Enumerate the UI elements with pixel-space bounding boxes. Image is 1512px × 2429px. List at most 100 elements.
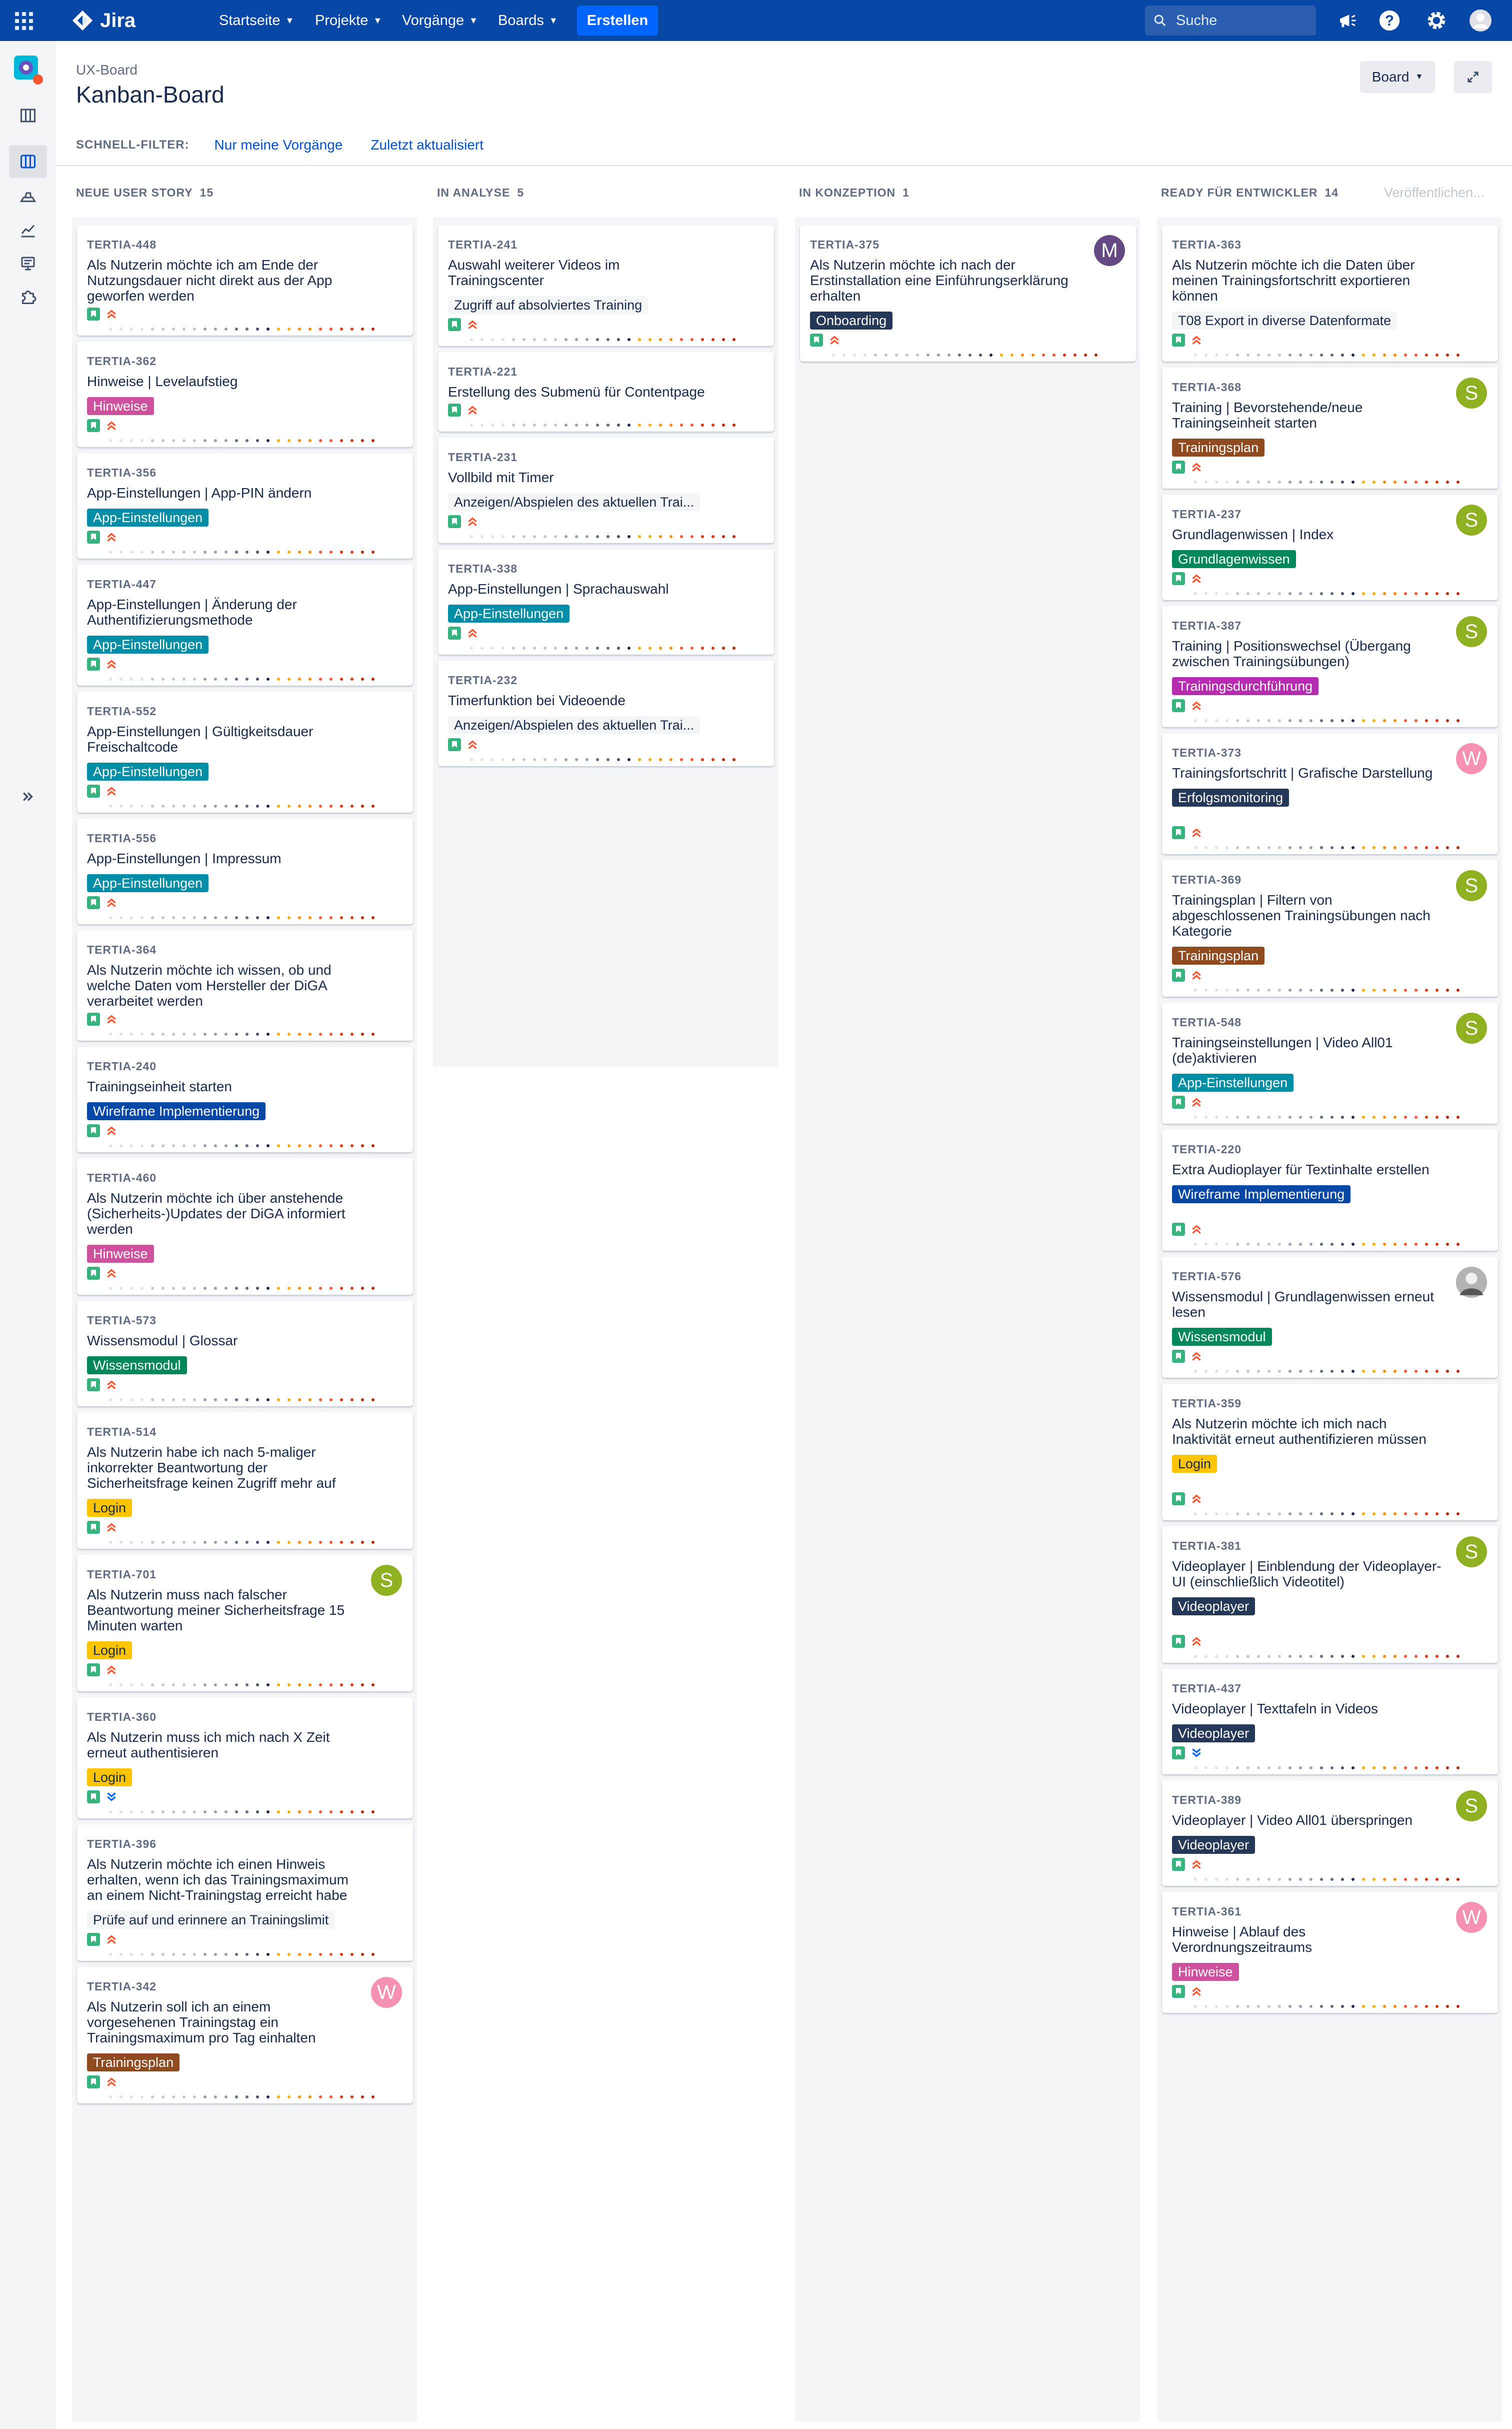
- issue-epic-label[interactable]: Grundlagenwissen: [1172, 550, 1296, 568]
- nav-vorgaenge[interactable]: Vorgänge ▼: [402, 7, 478, 34]
- issue-card[interactable]: TERTIA-232 Timerfunktion bei Videoende Anz…: [438, 661, 774, 766]
- issue-epic-label[interactable]: Onboarding: [810, 312, 893, 330]
- issue-key[interactable]: TERTIA-241: [448, 237, 764, 252]
- issue-key[interactable]: TERTIA-437: [1172, 1681, 1488, 1696]
- issue-card[interactable]: TERTIA-356 App-Einstellungen | App-PIN än…: [77, 453, 413, 559]
- issue-key[interactable]: TERTIA-220: [1172, 1142, 1488, 1157]
- issue-card[interactable]: TERTIA-342 Als Nutzerin soll ich an einem…: [77, 1967, 413, 2103]
- issue-card[interactable]: TERTIA-556 App-Einstellungen | Impressum A…: [77, 819, 413, 924]
- assignee-avatar[interactable]: W: [1456, 1902, 1487, 1933]
- issue-key[interactable]: TERTIA-342: [87, 1979, 403, 1994]
- issue-card[interactable]: TERTIA-369 Trainingsplan | Filtern von ab…: [1162, 860, 1498, 997]
- issue-key[interactable]: TERTIA-460: [87, 1170, 403, 1185]
- board-icon[interactable]: [9, 145, 47, 178]
- issue-card[interactable]: TERTIA-381 Videoplayer | Einblendung der …: [1162, 1526, 1498, 1663]
- profile-avatar[interactable]: [1467, 7, 1494, 34]
- fullscreen-button[interactable]: [1454, 61, 1492, 93]
- issue-epic-label[interactable]: App-Einstellungen: [1172, 1074, 1294, 1092]
- issue-key[interactable]: TERTIA-240: [87, 1059, 403, 1074]
- issue-card[interactable]: TERTIA-552 App-Einstellungen | Gültigkeit…: [77, 692, 413, 813]
- issue-epic-label[interactable]: Trainingsdurchführung: [1172, 677, 1319, 695]
- issue-epic-label[interactable]: Anzeigen/Abspielen des aktuellen Trai...: [448, 716, 700, 734]
- assignee-avatar[interactable]: S: [1456, 378, 1487, 409]
- issue-epic-label[interactable]: Videoplayer: [1172, 1597, 1256, 1615]
- issue-card[interactable]: TERTIA-437 Videoplayer | Texttafeln in Vi…: [1162, 1669, 1498, 1774]
- assignee-avatar[interactable]: M: [1094, 235, 1125, 266]
- issue-epic-label[interactable]: Hinweise: [1172, 1963, 1239, 1981]
- issue-key[interactable]: TERTIA-573: [87, 1313, 403, 1328]
- assignee-avatar[interactable]: S: [1456, 1536, 1487, 1567]
- issue-key[interactable]: TERTIA-363: [1172, 237, 1488, 252]
- issue-card[interactable]: TERTIA-573 Wissensmodul | Glossar Wissensm…: [77, 1301, 413, 1406]
- issue-key[interactable]: TERTIA-362: [87, 354, 403, 369]
- quick-filter-recently-updated[interactable]: Zuletzt aktualisiert: [370, 137, 484, 153]
- expand-sidebar-icon[interactable]: [9, 780, 47, 813]
- issue-card[interactable]: TERTIA-240 Trainingseinheit starten Wirefr…: [77, 1047, 413, 1152]
- board-dropdown-button[interactable]: Board ▼: [1360, 61, 1435, 93]
- issue-card[interactable]: TERTIA-396 Als Nutzerin möchte ich einen …: [77, 1824, 413, 1961]
- issue-key[interactable]: TERTIA-447: [87, 577, 403, 592]
- issue-epic-label[interactable]: Zugriff auf absolviertes Training: [448, 296, 648, 314]
- issue-epic-label[interactable]: Videoplayer: [1172, 1836, 1256, 1854]
- nav-projekte[interactable]: Projekte ▼: [315, 7, 382, 34]
- assignee-avatar[interactable]: S: [1456, 870, 1487, 901]
- issue-card[interactable]: TERTIA-360 Als Nutzerin muss ich mich nac…: [77, 1697, 413, 1818]
- assignee-avatar[interactable]: W: [1456, 743, 1487, 774]
- issue-card[interactable]: TERTIA-375 Als Nutzerin möchte ich nach d…: [800, 225, 1136, 362]
- issue-card[interactable]: TERTIA-237 Grundlagenwissen | Index Grundl…: [1162, 495, 1498, 600]
- issue-key[interactable]: TERTIA-548: [1172, 1015, 1488, 1030]
- issue-card[interactable]: TERTIA-361 Hinweise | Ablauf des Verordnu…: [1162, 1892, 1498, 2013]
- nav-startseite[interactable]: Startseite ▼: [219, 7, 294, 34]
- issue-key[interactable]: TERTIA-701: [87, 1567, 403, 1582]
- issue-epic-label[interactable]: App-Einstellungen: [448, 605, 570, 623]
- project-avatar-icon[interactable]: [9, 53, 47, 86]
- issue-key[interactable]: TERTIA-231: [448, 450, 764, 465]
- issue-card[interactable]: TERTIA-701 Als Nutzerin muss nach falsche…: [77, 1555, 413, 1691]
- issue-card[interactable]: TERTIA-387 Training | Positionswechsel (Ü…: [1162, 606, 1498, 727]
- issue-card[interactable]: TERTIA-231 Vollbild mit Timer Anzeigen/Abs…: [438, 438, 774, 543]
- issue-key[interactable]: TERTIA-364: [87, 942, 403, 957]
- issue-epic-label[interactable]: Prüfe auf und erinnere an Trainingslimit: [87, 1911, 335, 1929]
- issue-card[interactable]: TERTIA-363 Als Nutzerin möchte ich die Da…: [1162, 225, 1498, 362]
- issue-epic-label[interactable]: Login: [87, 1768, 132, 1786]
- issue-epic-label[interactable]: Wissensmodul: [1172, 1328, 1272, 1346]
- nav-boards[interactable]: Boards ▼: [498, 7, 558, 34]
- issue-epic-label[interactable]: Hinweise: [87, 397, 154, 415]
- issue-epic-label[interactable]: T08 Export in diverse Datenformate: [1172, 312, 1398, 330]
- help-icon[interactable]: ?: [1376, 7, 1403, 34]
- issue-card[interactable]: TERTIA-514 Als Nutzerin habe ich nach 5-m…: [77, 1412, 413, 1549]
- issue-card[interactable]: TERTIA-241 Auswahl weiterer Videos im Tra…: [438, 225, 774, 346]
- issue-card[interactable]: TERTIA-389 Videoplayer | Video All01 über…: [1162, 1780, 1498, 1886]
- issue-key[interactable]: TERTIA-375: [810, 237, 1126, 252]
- issue-epic-label[interactable]: Login: [1172, 1455, 1218, 1473]
- issue-epic-label[interactable]: Trainingsplan: [87, 2053, 180, 2071]
- assignee-avatar[interactable]: S: [371, 1565, 402, 1596]
- issue-epic-label[interactable]: Login: [87, 1641, 132, 1659]
- issue-key[interactable]: TERTIA-514: [87, 1424, 403, 1439]
- issue-epic-label[interactable]: Wissensmodul: [87, 1356, 187, 1374]
- issue-key[interactable]: TERTIA-356: [87, 465, 403, 480]
- issue-epic-label[interactable]: Hinweise: [87, 1245, 154, 1263]
- issue-card[interactable]: TERTIA-548 Trainingseinstellungen | Video…: [1162, 1003, 1498, 1124]
- issue-key[interactable]: TERTIA-360: [87, 1709, 403, 1724]
- issue-key[interactable]: TERTIA-361: [1172, 1904, 1488, 1919]
- issue-card[interactable]: TERTIA-373 Trainingsfortschritt | Grafisc…: [1162, 733, 1498, 854]
- issue-key[interactable]: TERTIA-373: [1172, 745, 1488, 760]
- issue-key[interactable]: TERTIA-556: [87, 831, 403, 846]
- issue-card[interactable]: TERTIA-368 Training | Bevorstehende/neue …: [1162, 368, 1498, 489]
- issue-key[interactable]: TERTIA-448: [87, 237, 403, 252]
- publish-link[interactable]: Veröffentlichen...: [1384, 185, 1484, 201]
- gear-icon[interactable]: [1423, 7, 1450, 34]
- issue-epic-label[interactable]: App-Einstellungen: [87, 874, 209, 892]
- issue-key[interactable]: TERTIA-387: [1172, 618, 1488, 633]
- issue-card[interactable]: TERTIA-221 Erstellung des Submenü für Con…: [438, 352, 774, 432]
- issue-card[interactable]: TERTIA-362 Hinweise | Levelaufstieg Hinwei…: [77, 342, 413, 447]
- issue-key[interactable]: TERTIA-221: [448, 364, 764, 379]
- issue-key[interactable]: TERTIA-389: [1172, 1792, 1488, 1807]
- issue-epic-label[interactable]: Videoplayer: [1172, 1724, 1256, 1742]
- issue-key[interactable]: TERTIA-381: [1172, 1538, 1488, 1553]
- breadcrumb[interactable]: UX-Board: [76, 62, 138, 78]
- releases-icon[interactable]: [9, 181, 47, 214]
- issue-epic-label[interactable]: Erfolgsmonitoring: [1172, 789, 1290, 807]
- notifications-icon[interactable]: [1334, 7, 1361, 34]
